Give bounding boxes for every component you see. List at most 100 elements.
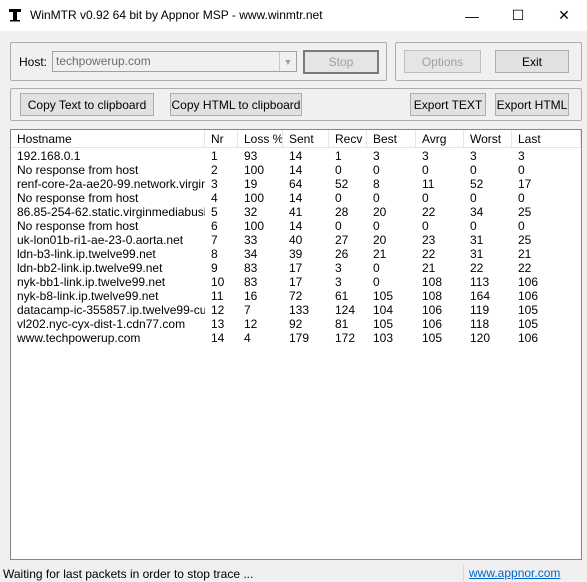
table-row[interactable]: 192.168.0.1 1 93 14 1 3 3 3 3 bbox=[11, 149, 581, 163]
cell-hostname: ldn-bb2-link.ip.twelve99.net bbox=[17, 261, 163, 275]
cell-loss: 32 bbox=[244, 205, 258, 219]
table-row[interactable]: vl202.nyc-cyx-dist-1.cdn77.com 13 12 92 81 10… bbox=[11, 317, 581, 331]
export-html-button[interactable]: Export HTML bbox=[495, 93, 569, 116]
stop-button[interactable]: Stop bbox=[303, 50, 379, 74]
exit-button[interactable]: Exit bbox=[495, 50, 569, 73]
cell-loss: 16 bbox=[244, 289, 258, 303]
table-row[interactable]: datacamp-ic-355857.ip.twelve99-cus... 12 7… bbox=[11, 303, 581, 317]
cell-last: 21 bbox=[518, 247, 532, 261]
cell-best: 103 bbox=[373, 331, 394, 345]
cell-avrg: 11 bbox=[422, 177, 435, 191]
cell-avrg: 23 bbox=[422, 233, 436, 247]
close-button[interactable]: ✕ bbox=[541, 0, 587, 31]
cell-hostname: nyk-bb1-link.ip.twelve99.net bbox=[17, 275, 166, 289]
header-col-recv[interactable]: Recv bbox=[329, 130, 367, 148]
cell-hostname: datacamp-ic-355857.ip.twelve99-cus... bbox=[17, 303, 205, 317]
cell-recv: 0 bbox=[335, 191, 342, 205]
cell-recv: 172 bbox=[335, 331, 356, 345]
cell-sent: 92 bbox=[289, 317, 303, 331]
cell-sent: 14 bbox=[289, 191, 303, 205]
cell-worst: 164 bbox=[470, 289, 491, 303]
cell-sent: 72 bbox=[289, 289, 303, 303]
cell-nr: 13 bbox=[211, 317, 225, 331]
table-row[interactable]: ldn-b3-link.ip.twelve99.net 8 34 39 26 21 22 31… bbox=[11, 247, 581, 261]
header-col-last[interactable]: Last bbox=[512, 130, 581, 148]
cell-worst: 0 bbox=[470, 191, 477, 205]
cell-hostname: No response from host bbox=[17, 191, 139, 205]
cell-hostname: vl202.nyc-cyx-dist-1.cdn77.com bbox=[17, 317, 186, 331]
header-col-best[interactable]: Best bbox=[367, 130, 416, 148]
cell-nr: 1 bbox=[211, 149, 218, 163]
export-text-button[interactable]: Export TEXT bbox=[410, 93, 486, 116]
table-row[interactable]: ldn-bb2-link.ip.twelve99.net 9 83 17 3 0 21 22 2… bbox=[11, 261, 581, 275]
table-row[interactable]: No response from host 2 100 14 0 0 0 0 0 bbox=[11, 163, 581, 177]
cell-hostname: 86.85-254-62.static.virginmediabusin... bbox=[17, 205, 205, 219]
cell-recv: 0 bbox=[335, 219, 342, 233]
copy-html-button[interactable]: Copy HTML to clipboard bbox=[170, 93, 302, 116]
cell-nr: 3 bbox=[211, 177, 218, 191]
cell-worst: 34 bbox=[470, 205, 484, 219]
table-row[interactable]: renf-core-2a-ae20-99.network.virgin... 3 1… bbox=[11, 177, 581, 191]
cell-hostname: No response from host bbox=[17, 163, 139, 177]
cell-avrg: 108 bbox=[422, 289, 443, 303]
cell-recv: 3 bbox=[335, 261, 342, 275]
header-col-avrg[interactable]: Avrg bbox=[416, 130, 464, 148]
cell-recv: 1 bbox=[335, 149, 342, 163]
cell-last: 105 bbox=[518, 303, 539, 317]
cell-sent: 40 bbox=[289, 233, 303, 247]
cell-hostname: renf-core-2a-ae20-99.network.virgin... bbox=[17, 177, 205, 191]
cell-last: 106 bbox=[518, 275, 539, 289]
appnor-link[interactable]: www.appnor.com bbox=[463, 565, 587, 582]
cell-loss: 34 bbox=[244, 247, 258, 261]
table-row[interactable]: No response from host 6 100 14 0 0 0 0 0 bbox=[11, 219, 581, 233]
header-col-hostname[interactable]: Hostname bbox=[11, 130, 205, 148]
header-col-sent[interactable]: Sent bbox=[283, 130, 329, 148]
status-bar: Waiting for last packets in order to sto… bbox=[0, 564, 587, 582]
cell-sent: 179 bbox=[289, 331, 310, 345]
table-row[interactable]: 86.85-254-62.static.virginmediabusin... 5… bbox=[11, 205, 581, 219]
trace-table[interactable]: Hostname Nr Loss % Sent Recv Best Avrg Worst Las… bbox=[10, 129, 582, 560]
copy-text-button[interactable]: Copy Text to clipboard bbox=[20, 93, 154, 116]
cell-avrg: 3 bbox=[422, 149, 429, 163]
cell-loss: 83 bbox=[244, 261, 258, 275]
table-row[interactable]: No response from host 4 100 14 0 0 0 0 0 bbox=[11, 191, 581, 205]
cell-sent: 39 bbox=[289, 247, 303, 261]
cell-nr: 6 bbox=[211, 219, 218, 233]
app-icon bbox=[9, 9, 21, 22]
table-row[interactable]: nyk-b8-link.ip.twelve99.net 11 16 72 61 105 10… bbox=[11, 289, 581, 303]
cell-sent: 17 bbox=[289, 261, 303, 275]
cell-best: 20 bbox=[373, 233, 387, 247]
minimize-button[interactable]: — bbox=[449, 0, 495, 31]
cell-avrg: 21 bbox=[422, 261, 436, 275]
host-combobox[interactable]: techpowerup.com ▼ bbox=[52, 51, 297, 72]
cell-worst: 31 bbox=[470, 233, 484, 247]
cell-loss: 19 bbox=[244, 177, 258, 191]
cell-avrg: 0 bbox=[422, 219, 429, 233]
cell-recv: 61 bbox=[335, 289, 349, 303]
maximize-button[interactable]: ☐ bbox=[495, 0, 541, 31]
header-col-nr[interactable]: Nr bbox=[205, 130, 238, 148]
cell-avrg: 105 bbox=[422, 331, 443, 345]
header-col-worst[interactable]: Worst bbox=[464, 130, 512, 148]
cell-hostname: uk-lon01b-ri1-ae-23-0.aorta.net bbox=[17, 233, 184, 247]
cell-loss: 100 bbox=[244, 219, 265, 233]
cell-sent: 14 bbox=[289, 149, 303, 163]
table-row[interactable]: nyk-bb1-link.ip.twelve99.net 10 83 17 3 0 108 1… bbox=[11, 275, 581, 289]
chevron-down-icon[interactable]: ▼ bbox=[279, 52, 296, 71]
cell-best: 105 bbox=[373, 289, 394, 303]
table-header: Hostname Nr Loss % Sent Recv Best Avrg Worst Las… bbox=[11, 130, 581, 148]
cell-last: 0 bbox=[518, 163, 525, 177]
cell-recv: 81 bbox=[335, 317, 349, 331]
table-row[interactable]: www.techpowerup.com 14 4 179 172 103 105 120 106 bbox=[11, 331, 581, 345]
cell-hostname: nyk-b8-link.ip.twelve99.net bbox=[17, 289, 159, 303]
cell-best: 0 bbox=[373, 261, 380, 275]
cell-last: 105 bbox=[518, 317, 539, 331]
cell-avrg: 22 bbox=[422, 247, 436, 261]
table-row[interactable]: uk-lon01b-ri1-ae-23-0.aorta.net 7 33 40 27 20… bbox=[11, 233, 581, 247]
cell-best: 105 bbox=[373, 317, 394, 331]
cell-avrg: 106 bbox=[422, 317, 443, 331]
header-col-loss[interactable]: Loss % bbox=[238, 130, 283, 148]
cell-worst: 0 bbox=[470, 219, 477, 233]
cell-worst: 113 bbox=[470, 275, 490, 289]
options-button[interactable]: Options bbox=[404, 50, 481, 73]
